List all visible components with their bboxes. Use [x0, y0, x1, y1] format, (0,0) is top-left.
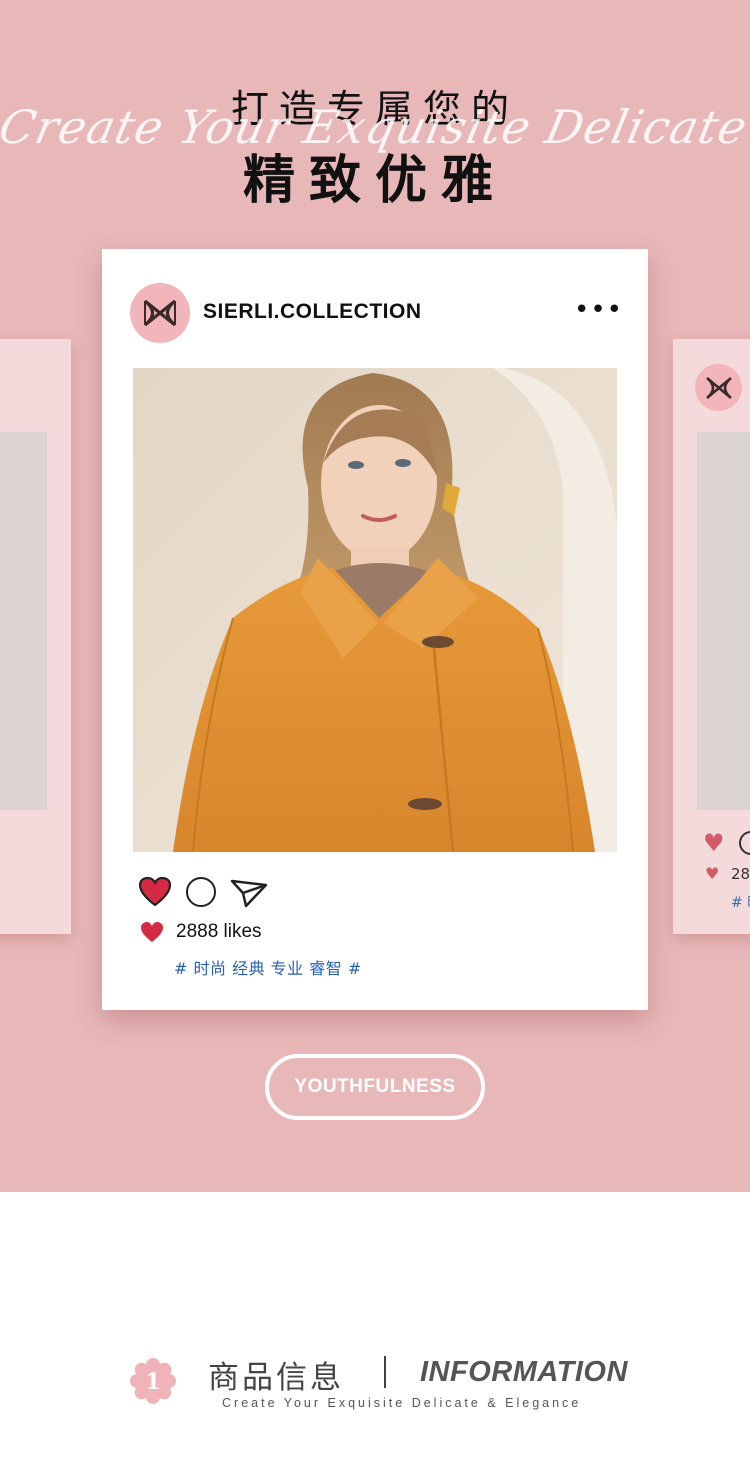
section-divider: [384, 1356, 386, 1388]
post-username[interactable]: SIERLI.COLLECTION: [203, 300, 422, 324]
post-actions: [138, 875, 268, 909]
like-heart-icon[interactable]: [138, 876, 172, 908]
section-title-en: INFORMATION: [420, 1356, 628, 1388]
hashtags[interactable]: # 时尚 经典 专业 睿智 #: [174, 955, 362, 979]
post-card: SIERLI.COLLECTION ••• 2888 likes # 时尚 经典…: [102, 249, 648, 1010]
side-card-photo: [0, 432, 47, 810]
sierli-logo-icon[interactable]: [130, 283, 190, 343]
side-card-logo-icon: [695, 364, 742, 411]
likes-row: 2888 likes: [140, 921, 262, 943]
number-flower-icon: 1: [130, 1358, 176, 1404]
send-icon[interactable]: [230, 876, 268, 908]
side-likes-heart-icon: ♥: [705, 864, 720, 883]
badge-label: YOUTHFULNESS: [294, 1076, 456, 1097]
more-options-icon[interactable]: •••: [574, 297, 623, 323]
likes-count: 2888 likes: [176, 921, 262, 942]
section-subtitle: Create Your Exquisite Delicate & Eleganc…: [222, 1396, 582, 1410]
side-card-photo: [697, 432, 750, 810]
comment-circle-icon[interactable]: [186, 877, 216, 907]
youthfulness-badge[interactable]: YOUTHFULNESS: [265, 1054, 485, 1120]
side-card-right: ♥ ♥ 28 # 时: [673, 339, 750, 934]
side-card-left: [0, 339, 71, 934]
post-photo: [133, 368, 617, 852]
headline-main: 精致优雅: [242, 151, 507, 211]
hero-banner: 打造专属您的 Create Your Exquisite Delicate & …: [0, 0, 750, 1192]
side-heart-icon: ♥: [703, 829, 725, 857]
section-title-cn: 商品信息: [208, 1360, 344, 1396]
likes-heart-icon: [141, 922, 163, 942]
side-tags-text: # 时: [731, 895, 750, 911]
side-comment-icon: [739, 831, 750, 855]
section-number: 1: [145, 1369, 160, 1395]
side-likes-text: 28: [731, 865, 750, 883]
